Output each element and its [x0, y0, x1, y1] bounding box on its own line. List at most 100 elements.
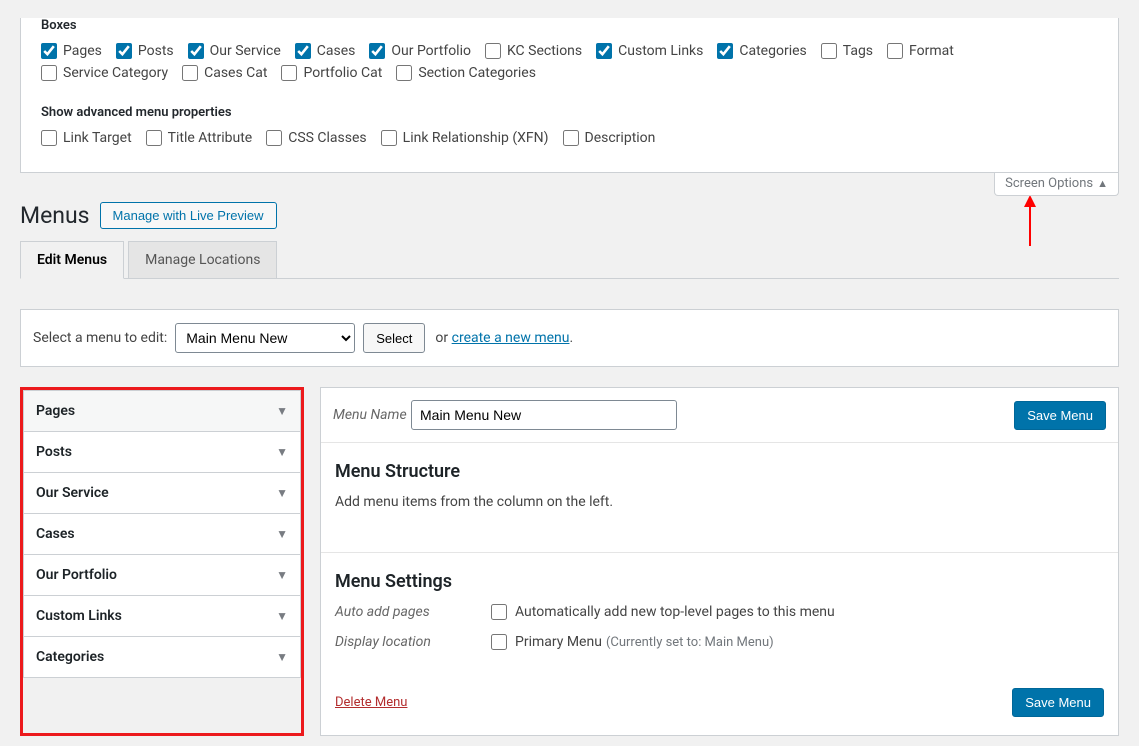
screen-options-panel: Boxes Pages Posts Our Service Cases Our Port… — [20, 18, 1119, 173]
display-location-note: (Currently set to: Main Menu) — [606, 635, 774, 650]
advanced-option-item: Link Target — [41, 130, 132, 146]
select-menu-label: Select a menu to edit: — [33, 330, 167, 346]
box-option-checkbox[interactable] — [182, 65, 198, 81]
menu-structure-hint: Add menu items from the column on the le… — [335, 494, 1104, 510]
advanced-option-item: Description — [563, 130, 656, 146]
box-option-label: Service Category — [63, 65, 168, 81]
accordion-header[interactable]: Categories ▼ — [24, 637, 300, 677]
box-option-checkbox[interactable] — [41, 65, 57, 81]
create-new-menu-link[interactable]: create a new menu — [452, 330, 570, 346]
display-location-checkbox[interactable] — [491, 634, 507, 650]
display-location-option: Primary Menu — [515, 634, 602, 650]
box-option-label: Portfolio Cat — [303, 65, 382, 81]
box-option-label: Format — [909, 43, 954, 59]
menu-name-label: Menu Name — [333, 407, 411, 423]
box-option-item: KC Sections — [485, 43, 582, 59]
box-option-item: Our Service — [188, 43, 281, 59]
accordion-label: Categories — [36, 649, 104, 665]
box-option-checkbox[interactable] — [717, 43, 733, 59]
accordion-header[interactable]: Posts ▼ — [24, 432, 300, 472]
chevron-down-icon: ▼ — [276, 527, 288, 541]
advanced-option-checkbox[interactable] — [266, 130, 282, 146]
display-location-label: Display location — [335, 634, 491, 650]
auto-add-pages-checkbox[interactable] — [491, 604, 507, 620]
box-option-checkbox[interactable] — [596, 43, 612, 59]
accordion-header[interactable]: Custom Links▼ — [24, 596, 300, 636]
box-option-item: Service Category — [41, 65, 168, 81]
advanced-option-checkbox[interactable] — [41, 130, 57, 146]
accordion-header[interactable]: Pages ▼ — [24, 391, 300, 431]
accordion-header[interactable]: Our Portfolio▼ — [24, 555, 300, 595]
box-option-checkbox[interactable] — [188, 43, 204, 59]
box-option-item: Portfolio Cat — [281, 65, 382, 81]
advanced-option-item: Link Relationship (XFN) — [381, 130, 549, 146]
advanced-option-label: CSS Classes — [288, 130, 366, 146]
chevron-down-icon: ▼ — [276, 650, 288, 664]
box-option-label: Our Portfolio — [391, 43, 471, 59]
or-text: or — [435, 330, 448, 346]
box-option-checkbox[interactable] — [116, 43, 132, 59]
save-menu-button-top[interactable]: Save Menu — [1014, 401, 1106, 430]
boxes-heading: Boxes — [41, 18, 1098, 33]
menu-editor-panel: Menu Name Save Menu Menu Structure Add m… — [320, 387, 1119, 736]
page-title: Menus — [20, 202, 90, 229]
box-option-checkbox[interactable] — [485, 43, 501, 59]
tab-manage-locations[interactable]: Manage Locations — [128, 241, 277, 279]
box-option-item: Tags — [821, 43, 873, 59]
tab-edit-menus[interactable]: Edit Menus — [20, 241, 124, 279]
chevron-down-icon: ▼ — [276, 445, 288, 459]
live-preview-button[interactable]: Manage with Live Preview — [100, 202, 277, 229]
advanced-option-label: Title Attribute — [168, 130, 253, 146]
box-option-label: Cases Cat — [204, 65, 267, 81]
box-option-label: Custom Links — [618, 43, 703, 59]
box-option-item: Categories — [717, 43, 806, 59]
box-option-checkbox[interactable] — [41, 43, 57, 59]
box-option-checkbox[interactable] — [887, 43, 903, 59]
advanced-option-checkbox[interactable] — [381, 130, 397, 146]
box-option-item: Our Portfolio — [369, 43, 471, 59]
advanced-option-label: Link Target — [63, 130, 132, 146]
menu-settings-heading: Menu Settings — [335, 571, 1104, 592]
select-button[interactable]: Select — [363, 323, 425, 353]
box-option-label: Cases — [317, 43, 356, 59]
box-option-item: Format — [887, 43, 954, 59]
box-option-item: Pages — [41, 43, 102, 59]
advanced-option-item: CSS Classes — [266, 130, 366, 146]
box-option-item: Cases — [295, 43, 356, 59]
menu-name-input[interactable] — [411, 400, 677, 430]
advanced-option-item: Title Attribute — [146, 130, 253, 146]
box-option-label: Posts — [138, 43, 174, 59]
box-option-label: Pages — [63, 43, 102, 59]
box-option-checkbox[interactable] — [369, 43, 385, 59]
accordion-label: Pages — [36, 403, 75, 419]
box-option-checkbox[interactable] — [281, 65, 297, 81]
box-option-checkbox[interactable] — [821, 43, 837, 59]
advanced-option-checkbox[interactable] — [563, 130, 579, 146]
accordion-label: Our Service — [36, 485, 109, 501]
chevron-down-icon: ▼ — [276, 404, 288, 418]
delete-menu-link[interactable]: Delete Menu — [335, 695, 407, 710]
box-option-checkbox[interactable] — [295, 43, 311, 59]
menu-select-bar: Select a menu to edit: Main Menu New Sel… — [20, 309, 1119, 367]
box-option-label: Tags — [843, 43, 873, 59]
advanced-heading: Show advanced menu properties — [41, 105, 1098, 120]
accordion-label: Posts — [36, 444, 72, 460]
screen-options-tab-label: Screen Options — [1005, 176, 1093, 191]
box-option-checkbox[interactable] — [396, 65, 412, 81]
advanced-option-checkbox[interactable] — [146, 130, 162, 146]
auto-add-pages-option: Automatically add new top-level pages to… — [515, 604, 835, 620]
accordion-header[interactable]: Cases ▼ — [24, 514, 300, 554]
save-menu-button-bottom[interactable]: Save Menu — [1012, 688, 1104, 717]
box-option-item: Cases Cat — [182, 65, 267, 81]
screen-options-tab[interactable]: Screen Options ▲ — [994, 173, 1119, 196]
box-option-label: Categories — [739, 43, 806, 59]
chevron-down-icon: ▼ — [276, 568, 288, 582]
advanced-option-label: Link Relationship (XFN) — [403, 130, 549, 146]
box-option-item: Section Categories — [396, 65, 536, 81]
box-option-label: Section Categories — [418, 65, 536, 81]
box-option-item: Custom Links — [596, 43, 703, 59]
accordion-label: Custom Links — [36, 608, 122, 624]
accordion-header[interactable]: Our Service▼ — [24, 473, 300, 513]
menu-select[interactable]: Main Menu New — [175, 323, 355, 353]
accordion-label: Cases — [36, 526, 75, 542]
